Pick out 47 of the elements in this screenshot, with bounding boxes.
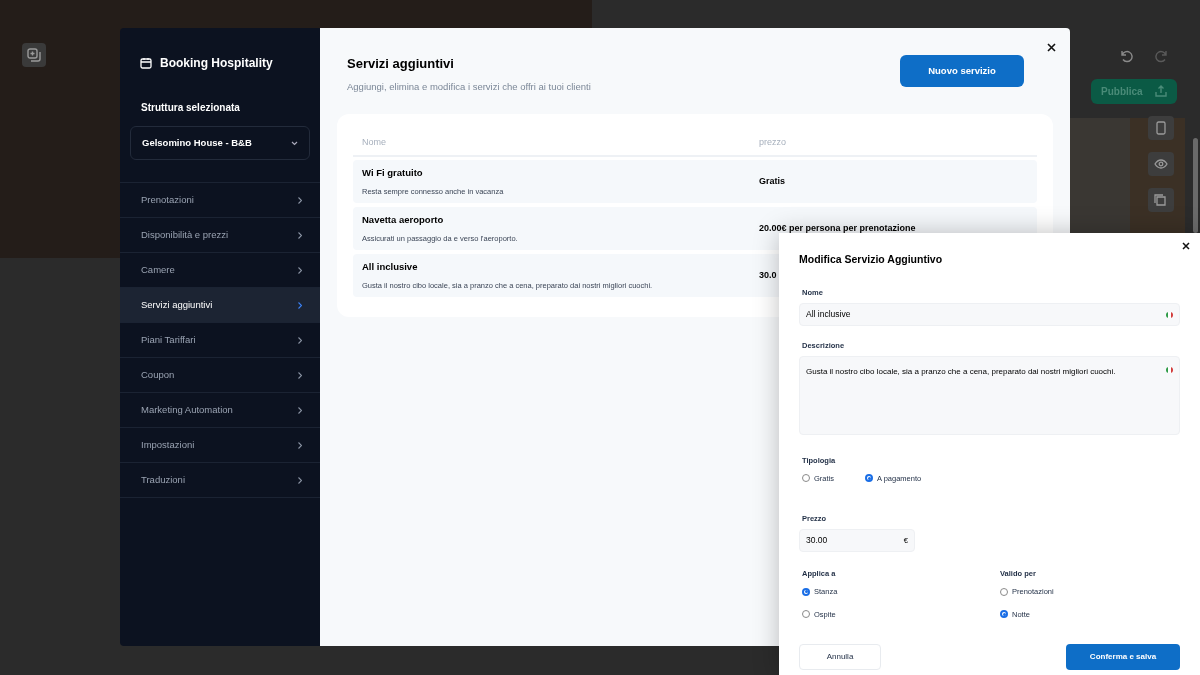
panel-title: Modifica Servizio Aggiuntivo bbox=[799, 252, 944, 267]
app-title: Booking Hospitality bbox=[160, 55, 273, 72]
scrollbar[interactable] bbox=[1193, 138, 1198, 233]
description-field[interactable]: Gusta il nostro cibo locale, sia a pranzo che a cena, preparato dai nostri migliori cuochi. bbox=[799, 356, 1180, 436]
radio-button[interactable] bbox=[802, 474, 810, 483]
chevron-right-icon bbox=[298, 371, 302, 379]
page-subtitle: Aggiungi, elimina e modifica i servizi che offri ai tuoi clienti bbox=[347, 79, 591, 94]
radio-button[interactable] bbox=[1000, 610, 1008, 619]
close-button[interactable] bbox=[1180, 240, 1192, 252]
page-title: Servizi aggiuntivi bbox=[347, 55, 455, 73]
close-button[interactable] bbox=[1044, 40, 1058, 54]
service-name: All inclusive bbox=[362, 259, 419, 274]
chevron-right-icon bbox=[298, 336, 302, 344]
column-header: Nome bbox=[362, 135, 387, 149]
service-price: Gratis bbox=[759, 174, 785, 188]
chevron-right-icon bbox=[298, 406, 302, 414]
upload-icon[interactable] bbox=[1154, 84, 1168, 98]
chevron-right-icon bbox=[298, 196, 302, 204]
calendar-icon bbox=[140, 57, 152, 69]
new-service-button[interactable]: Nuovo servizio bbox=[900, 55, 1024, 87]
service-name: Navetta aeroporto bbox=[362, 212, 445, 227]
property-select[interactable]: Gelsomino House - B&B bbox=[130, 126, 310, 160]
chevron-right-icon bbox=[298, 301, 302, 309]
nav-item[interactable]: Servizi aggiuntivi bbox=[120, 288, 320, 323]
confirm-button[interactable]: Conferma e salva bbox=[1066, 644, 1180, 670]
eye-icon[interactable] bbox=[1148, 152, 1174, 176]
name-field[interactable]: All inclusive bbox=[799, 303, 1180, 326]
chevron-right-icon bbox=[298, 231, 302, 239]
radio-button[interactable] bbox=[1000, 587, 1008, 596]
cancel-button[interactable]: Annulla bbox=[799, 644, 881, 670]
service-name: Wi Fi gratuito bbox=[362, 165, 424, 180]
duplicate-icon[interactable] bbox=[22, 43, 46, 67]
radio-button[interactable] bbox=[865, 474, 873, 483]
chevron-down-icon bbox=[291, 140, 298, 146]
flag-icon bbox=[1166, 367, 1173, 374]
chevron-right-icon bbox=[298, 441, 302, 449]
radio-button[interactable] bbox=[802, 587, 810, 596]
service-price: 30.0 bbox=[759, 268, 777, 282]
column-header: prezzo bbox=[759, 135, 786, 149]
service-price: 20.00€ per persona per prenotazione bbox=[759, 221, 916, 235]
chevron-right-icon bbox=[298, 266, 302, 274]
phone-icon[interactable] bbox=[1148, 116, 1174, 140]
radio-button[interactable] bbox=[802, 610, 810, 619]
section-label: Struttura selezionata bbox=[140, 101, 241, 115]
flag-icon bbox=[1166, 311, 1173, 318]
layers-icon[interactable] bbox=[1148, 188, 1174, 212]
chevron-right-icon bbox=[298, 476, 302, 484]
